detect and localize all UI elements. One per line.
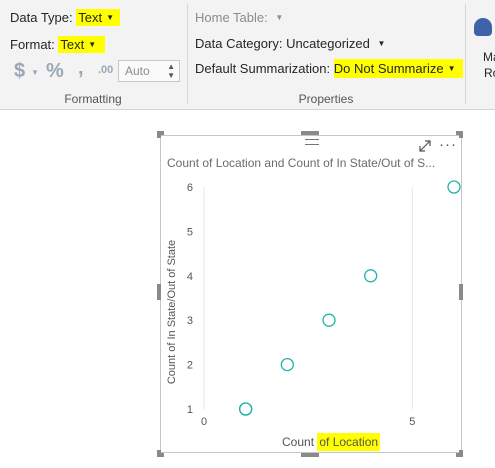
data-type-label: Data Type: (10, 10, 73, 25)
percent-icon[interactable]: % (46, 60, 64, 83)
x-axis-ticks: 05 (201, 416, 415, 428)
chevron-down-icon: ▼ (88, 40, 97, 49)
chevron-down-icon[interactable]: ▼ (31, 68, 39, 77)
comma-icon[interactable]: , (78, 57, 84, 80)
x-axis-title-highlight: of Location (317, 433, 381, 451)
format-value: Text (60, 37, 85, 52)
manage-roles-button[interactable]: Man Ro (466, 6, 495, 86)
default-summarization-highlight: Do Not Summarize ▼ (333, 59, 464, 78)
scatter-plot: 123456 05 Count of In State/Out of State (166, 180, 461, 428)
manage-roles-label-2: Ro (484, 66, 495, 80)
user-icon (474, 18, 492, 36)
home-table-dropdown[interactable]: Home Table: ▼ (195, 10, 283, 25)
manage-roles-label-1: Man (483, 50, 495, 64)
format-label: Format: (10, 37, 55, 52)
resize-handle-right[interactable] (459, 284, 463, 300)
formatting-group-label: Formatting (64, 92, 122, 106)
resize-handle-bottom-left[interactable] (157, 450, 161, 457)
group-divider (187, 4, 188, 104)
y-tick-label: 6 (187, 182, 193, 194)
scatter-point (364, 269, 378, 283)
resize-handle-bottom[interactable] (301, 453, 319, 457)
format-value-highlight: Text ▼ (58, 36, 106, 53)
y-axis-title: Count of In State/Out of State (166, 240, 178, 384)
y-tick-label: 3 (187, 315, 193, 327)
scatter-point (239, 402, 253, 416)
data-category-value: Uncategorized (286, 36, 370, 51)
dollar-icon[interactable]: $ (14, 60, 25, 83)
gridlines (203, 187, 413, 409)
y-tick-label: 5 (187, 226, 193, 238)
decimal-places-value: Auto (125, 64, 150, 78)
resize-handle-top-left[interactable] (157, 131, 161, 138)
properties-group-label: Properties (298, 92, 354, 106)
default-summarization-label: Default Summarization: (195, 61, 331, 76)
resize-handle-left[interactable] (157, 284, 161, 300)
chevron-down-icon: ▼ (447, 64, 456, 73)
x-tick-label: 5 (409, 416, 415, 428)
scatter-point (322, 313, 336, 327)
x-tick-label: 0 (201, 416, 207, 428)
scatter-point (447, 180, 461, 194)
y-tick-label: 2 (187, 360, 193, 372)
ribbon: Data Type: Text ▼ Format: Text ▼ $ ▼ % , .… (0, 0, 495, 110)
resize-handle-top-right[interactable] (459, 131, 463, 138)
default-summarization-value: Do Not Summarize (333, 61, 444, 76)
data-type-value: Text (78, 10, 103, 25)
decimal-places-stepper[interactable]: Auto ▲ ▼ (118, 60, 180, 82)
decimal-icon[interactable]: .00 (98, 64, 113, 76)
scatter-visual[interactable]: ··· Count of Location and Count of In St… (160, 135, 462, 453)
data-category-label: Data Category: (195, 36, 283, 51)
data-category-dropdown[interactable]: Data Category: Uncategorized ▼ (195, 36, 385, 51)
chevron-down-icon: ▼ (275, 13, 284, 22)
format-dropdown[interactable]: Format: Text ▼ (10, 36, 106, 53)
x-axis-title-prefix: Count (282, 435, 318, 449)
chevron-down-icon: ▼ (377, 39, 386, 48)
stepper-arrows-icon[interactable]: ▲ ▼ (167, 62, 175, 80)
y-axis-ticks: 1 2 3 4 5 6 (187, 182, 193, 416)
data-points (239, 180, 461, 416)
data-type-dropdown[interactable]: Data Type: Text ▼ (10, 9, 120, 26)
y-tick-label: 1 (187, 404, 193, 416)
chevron-down-icon: ▼ (106, 13, 115, 22)
default-summarization-dropdown[interactable]: Default Summarization: Do Not Summarize ▼ (195, 59, 464, 78)
x-axis-title: Count of Location (282, 433, 381, 451)
resize-handle-bottom-right[interactable] (459, 450, 463, 457)
data-type-value-highlight: Text ▼ (76, 9, 120, 26)
y-tick-label: 4 (187, 271, 193, 283)
home-table-label: Home Table: (195, 10, 268, 25)
resize-handle-top[interactable] (301, 131, 319, 135)
scatter-point (280, 357, 294, 372)
